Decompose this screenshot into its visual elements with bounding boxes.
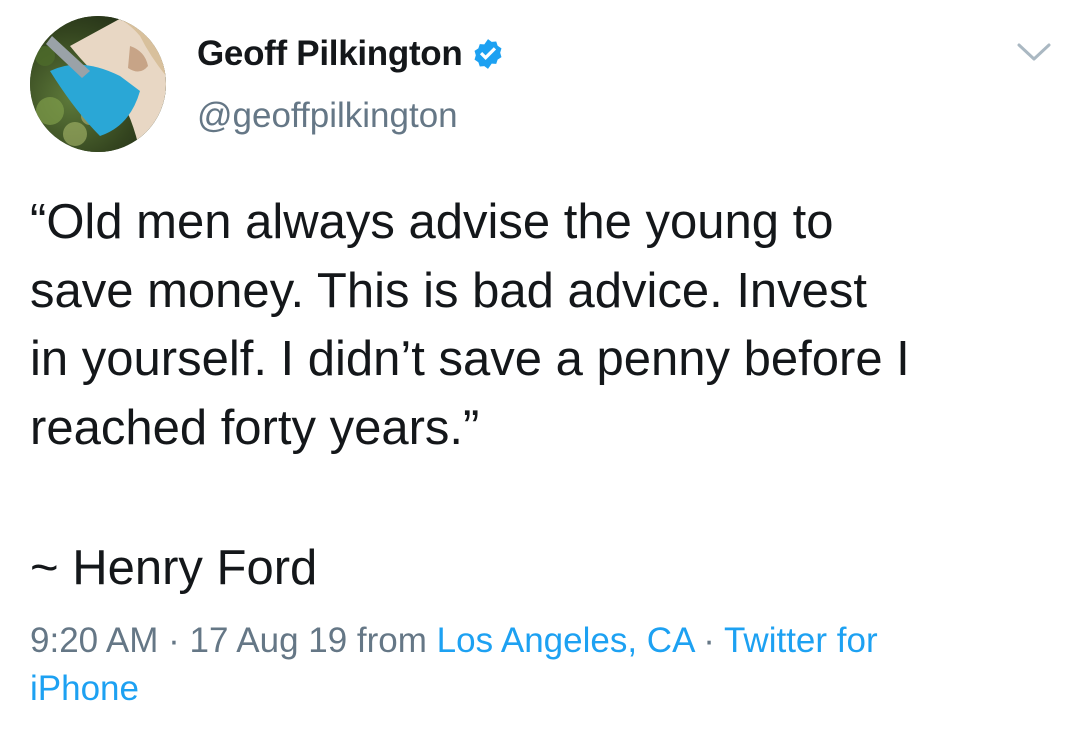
from-label: from — [347, 621, 437, 660]
tweet-text-line: “Old men always advise the young to — [30, 195, 834, 249]
tweet-card: Geoff Pilkington @geoffpilkington “Old m… — [0, 0, 1080, 731]
name-row: Geoff Pilkington — [197, 30, 505, 78]
meta-separator-2: · — [693, 621, 724, 660]
tweet-time[interactable]: 9:20 AM — [30, 621, 158, 660]
meta-separator: · — [158, 621, 190, 660]
author-handle[interactable]: @geoffpilkington — [197, 96, 505, 136]
author-info[interactable]: Geoff Pilkington @geoffpilkington — [197, 30, 505, 136]
source-link-part1[interactable]: Twitter for — [724, 621, 878, 660]
tweet-date[interactable]: 17 Aug 19 — [190, 621, 348, 660]
chevron-down-icon[interactable] — [1016, 40, 1052, 64]
verified-badge-icon — [471, 37, 505, 71]
source-link-part2[interactable]: iPhone — [30, 669, 139, 708]
tweet-text-line: reached forty years.” — [30, 400, 480, 455]
tweet-metadata: 9:20 AM · 17 Aug 19 from Los Angeles, CA… — [30, 617, 1050, 713]
profile-photo-icon — [30, 16, 166, 152]
tweet-text-line: in yourself. I didn’t save a penny befor… — [30, 332, 910, 386]
tweet-text: “Old men always advise the young to save… — [30, 188, 1050, 462]
location-link[interactable]: Los Angeles, CA — [437, 621, 694, 660]
tweet-attribution: ~ Henry Ford — [30, 541, 318, 595]
author-avatar[interactable] — [30, 16, 166, 152]
author-display-name[interactable]: Geoff Pilkington — [197, 34, 463, 74]
tweet-text-line: save money. This is bad advice. Invest — [30, 263, 868, 318]
